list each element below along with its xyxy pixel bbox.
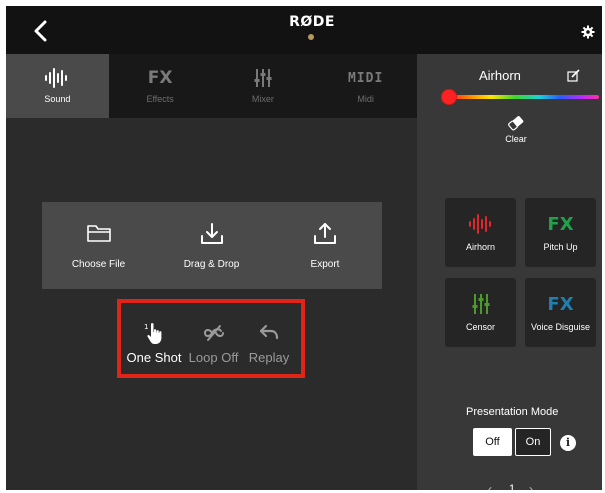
pad-voice-disguise[interactable]: FX Voice Disguise xyxy=(525,278,596,347)
tab-label: Effects xyxy=(146,94,174,104)
page-prev-button[interactable]: ‹ xyxy=(488,482,492,490)
logo-dot xyxy=(308,34,314,40)
tap-hand-icon: 1 xyxy=(123,322,185,344)
tab-bar: Sound FX Effects Mixer MIDI Midi xyxy=(6,54,417,118)
page-next-button[interactable]: › xyxy=(529,482,533,490)
tab-label: Sound xyxy=(44,94,71,104)
folder-icon xyxy=(42,222,155,246)
one-shot-button[interactable]: 1 One Shot xyxy=(123,322,185,365)
replay-icon xyxy=(244,322,294,344)
tab-mixer[interactable]: Mixer xyxy=(212,54,315,118)
rode-logo: RØDE xyxy=(289,14,335,30)
fx-icon: FX xyxy=(547,293,574,315)
info-icon[interactable]: i xyxy=(560,435,576,451)
eraser-icon xyxy=(508,116,524,131)
color-slider[interactable] xyxy=(449,95,599,99)
pad-censor[interactable]: Censor xyxy=(445,278,516,347)
fx-icon: FX xyxy=(147,68,173,88)
svg-text:1: 1 xyxy=(144,323,148,331)
loop-off-icon xyxy=(185,322,242,344)
midi-icon: MIDI xyxy=(347,70,384,86)
settings-button[interactable] xyxy=(581,25,595,39)
pad-settings-panel: Airhorn Clear Airhorn FX Pitch Up Censor… xyxy=(417,54,602,490)
tab-effects[interactable]: FX Effects xyxy=(109,54,212,118)
download-icon xyxy=(155,222,268,246)
export-button[interactable]: Export xyxy=(268,202,382,289)
sliders-icon xyxy=(445,294,516,314)
replay-button[interactable]: Replay xyxy=(244,322,294,365)
waveform-icon xyxy=(6,68,109,88)
pad-airhorn[interactable]: Airhorn xyxy=(445,198,516,267)
loop-off-button[interactable]: Loop Off xyxy=(185,322,242,365)
waveform-icon xyxy=(445,214,516,234)
upload-icon xyxy=(268,222,382,246)
fx-icon: FX xyxy=(547,213,574,235)
color-slider-knob[interactable] xyxy=(441,89,457,105)
file-actions-panel: Choose File Drag & Drop Export xyxy=(42,202,382,289)
clear-button[interactable]: Clear xyxy=(499,114,533,146)
sliders-icon xyxy=(212,68,315,88)
gear-icon xyxy=(581,25,595,39)
pad-name: Airhorn xyxy=(479,68,521,83)
pad-pitch-up[interactable]: FX Pitch Up xyxy=(525,198,596,267)
presentation-mode-label: Presentation Mode xyxy=(466,406,559,418)
tab-sound[interactable]: Sound xyxy=(6,54,109,118)
back-button[interactable] xyxy=(30,18,54,44)
presentation-on-button[interactable]: On xyxy=(515,428,551,456)
tab-label: Midi xyxy=(357,94,374,104)
top-bar: RØDE xyxy=(6,6,602,54)
edit-name-button[interactable] xyxy=(567,69,580,82)
edit-icon xyxy=(567,69,580,82)
app-window: RØDE Sound FX Effects Mixer MIDI Midi Ch… xyxy=(6,6,602,490)
tab-label: Mixer xyxy=(251,94,274,104)
tab-midi[interactable]: MIDI Midi xyxy=(314,54,417,118)
choose-file-button[interactable]: Choose File xyxy=(42,202,155,289)
page-number: 1 xyxy=(509,483,516,490)
drag-drop-button[interactable]: Drag & Drop xyxy=(155,202,268,289)
chevron-left-icon xyxy=(34,20,47,42)
presentation-off-button[interactable]: Off xyxy=(473,428,512,456)
